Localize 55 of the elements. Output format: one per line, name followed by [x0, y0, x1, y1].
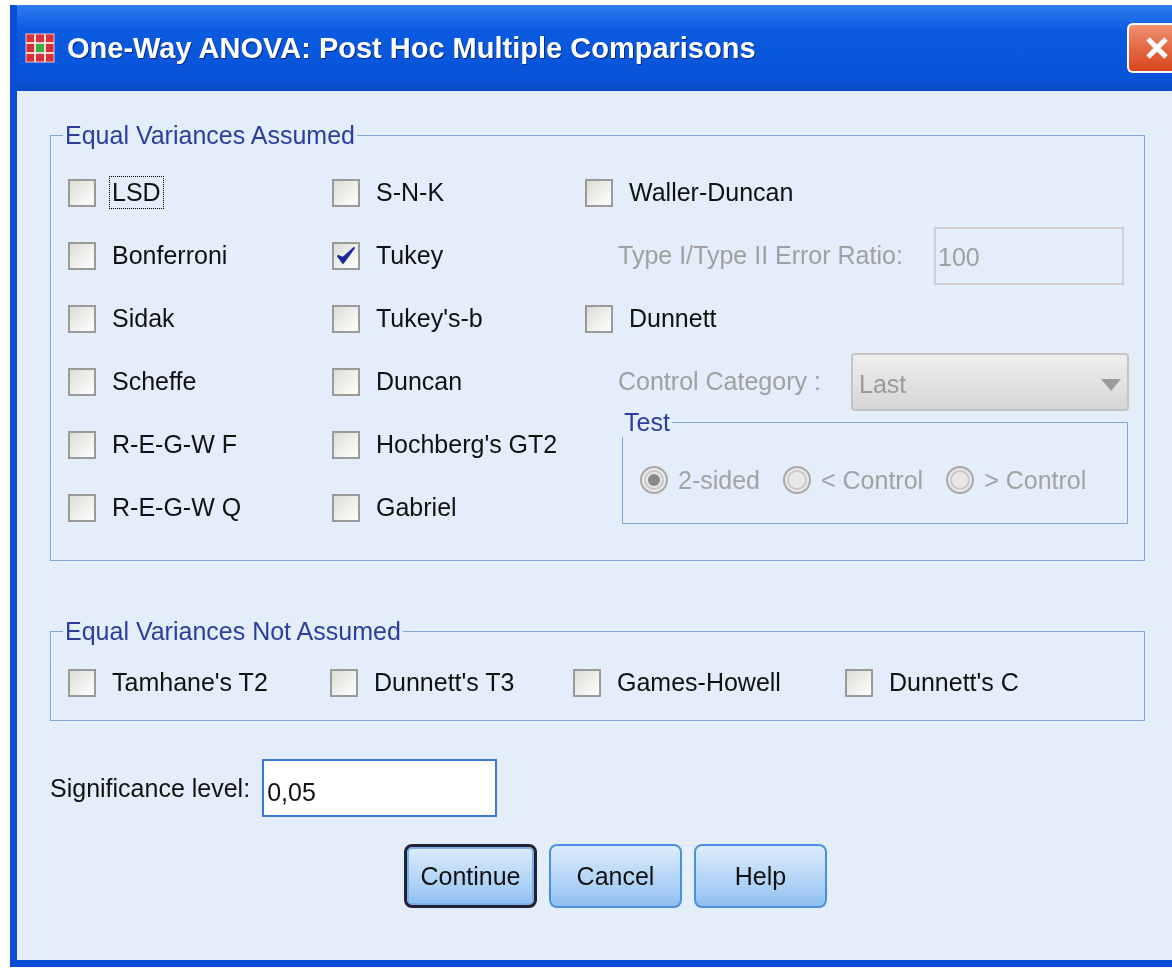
option-label: Tukey's-b — [375, 303, 484, 334]
checkbox[interactable] — [332, 178, 360, 207]
table-grid-icon — [25, 33, 55, 63]
field-label: Significance level: — [50, 773, 251, 803]
option-label: Tamhane's T2 — [111, 667, 269, 698]
checkbox[interactable] — [585, 178, 613, 207]
checkbox[interactable] — [68, 493, 96, 522]
option-label: Sidak — [111, 303, 176, 334]
group-title: Equal Variances Not Assumed — [64, 617, 402, 646]
radio-label: > Control — [984, 465, 1087, 495]
field-label: Type I/Type II Error Ratio: — [618, 241, 903, 270]
close-button[interactable] — [1127, 23, 1172, 73]
dialog-button[interactable]: Help — [694, 844, 827, 908]
option-label: R-E-G-W F — [111, 429, 238, 460]
option-label: Bonferroni — [111, 240, 229, 271]
option-label: Tukey — [375, 240, 445, 271]
option-label: Waller-Duncan — [628, 177, 795, 208]
field-label: Control Category : — [618, 367, 821, 396]
checkbox[interactable] — [332, 367, 360, 396]
option-label: Dunnett's T3 — [373, 667, 516, 698]
option-label: Dunnett's C — [888, 667, 1020, 698]
option-label: Duncan — [375, 366, 464, 397]
dialog-button[interactable]: Continue — [404, 844, 537, 908]
option-label: Hochberg's GT2 — [375, 429, 559, 460]
checkbox[interactable] — [332, 493, 360, 522]
checkbox[interactable] — [68, 304, 96, 333]
checkbox[interactable] — [332, 304, 360, 333]
option-label: Gabriel — [375, 492, 458, 523]
option-label: R-E-G-W Q — [111, 492, 243, 523]
checkbox[interactable] — [585, 304, 613, 333]
radio-label: < Control — [821, 465, 924, 495]
window-title: One-Way ANOVA: Post Hoc Multiple Comparisons — [67, 31, 757, 65]
close-icon — [1144, 35, 1170, 61]
checkbox[interactable] — [332, 241, 360, 270]
dropdown-arrow-icon — [1101, 378, 1121, 391]
option-label: Dunnett — [628, 303, 718, 334]
checkbox[interactable] — [68, 178, 96, 207]
group-title: Equal Variances Assumed — [64, 121, 356, 150]
input-field[interactable]: 0,05 — [262, 759, 498, 817]
group-title: Test — [623, 408, 671, 437]
option-label: Scheffe — [111, 366, 198, 397]
checkbox[interactable] — [68, 367, 96, 396]
option-label: Games-Howell — [616, 667, 782, 698]
radio-label: 2-sided — [678, 465, 760, 495]
option-label: S-N-K — [375, 177, 446, 208]
checkbox[interactable] — [68, 430, 96, 459]
checkbox[interactable] — [332, 430, 360, 459]
checkbox[interactable] — [845, 668, 873, 697]
check-mark-icon — [335, 244, 357, 267]
checkbox[interactable] — [330, 668, 358, 697]
checkbox[interactable] — [573, 668, 601, 697]
checkbox[interactable] — [68, 241, 96, 270]
checkbox[interactable] — [68, 668, 96, 697]
option-label: LSD — [109, 176, 164, 209]
dialog-button[interactable]: Cancel — [549, 844, 682, 908]
